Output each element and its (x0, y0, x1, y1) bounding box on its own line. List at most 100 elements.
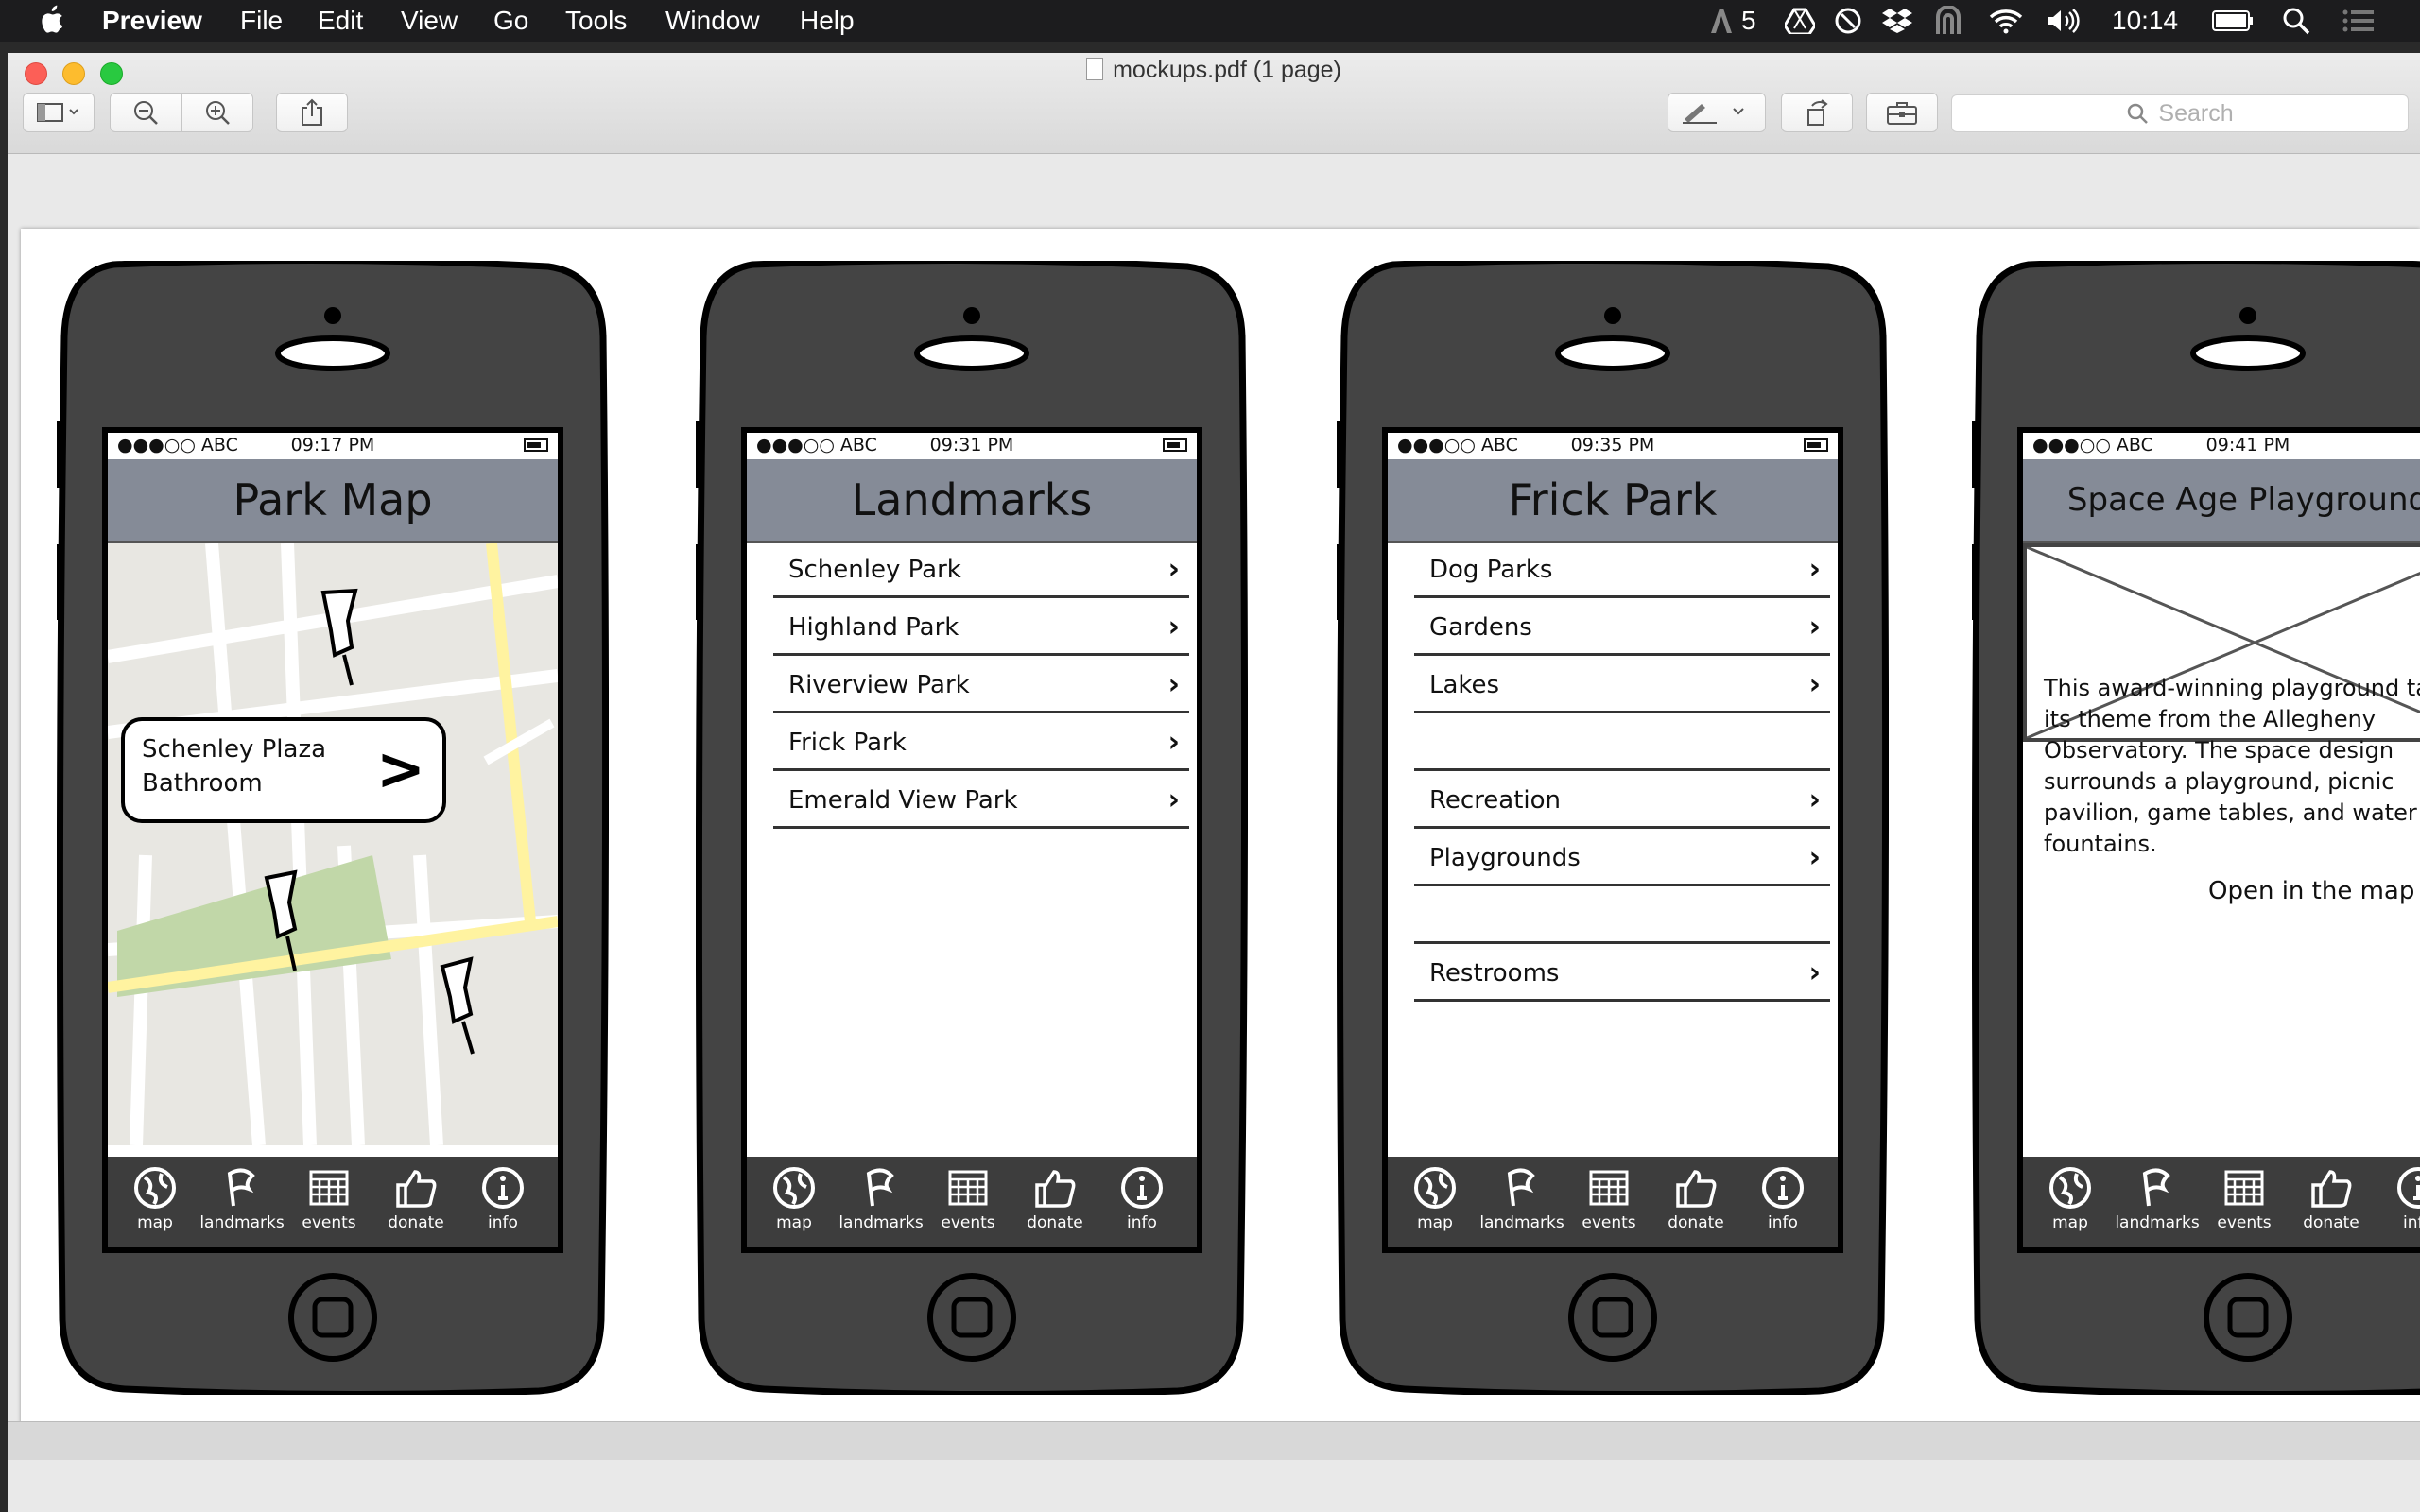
tab-events[interactable]: events (925, 1164, 1011, 1244)
list-item-emerald-view-park[interactable]: Emerald View Park › (773, 774, 1189, 829)
list-item-playgrounds[interactable]: Playgrounds › (1414, 832, 1830, 886)
tab-label: map (137, 1213, 173, 1232)
menu-help[interactable]: Help (800, 4, 855, 38)
thumbs-up-icon (1676, 1170, 1717, 1208)
menu-go[interactable]: Go (493, 4, 528, 38)
zoom-in-button[interactable] (182, 93, 253, 132)
menubar-clock[interactable]: 10:14 (2112, 4, 2178, 38)
toolbox-button[interactable] (1866, 93, 1938, 132)
google-drive-icon[interactable] (1785, 0, 1815, 42)
tab-donate[interactable]: donate (2288, 1164, 2375, 1244)
chevron-right-icon: › (1167, 553, 1180, 586)
tab-label: info (1768, 1213, 1798, 1232)
menu-file[interactable]: File (240, 4, 283, 38)
info-icon (482, 1167, 524, 1209)
tab-map[interactable]: map (1392, 1164, 1478, 1244)
adobe-icon[interactable]: 5 (1709, 0, 1756, 42)
callout-line-1: Schenley Plaza (142, 735, 327, 764)
apple-icon[interactable] (38, 2, 64, 40)
list-item-recreation[interactable]: Recreation › (1414, 774, 1830, 829)
zoom-out-button[interactable] (110, 93, 182, 132)
list-item-riverview-park[interactable]: Riverview Park › (773, 659, 1189, 713)
row-label: Recreation (1429, 786, 1562, 815)
window-title-text: mockups.pdf (1 page) (1113, 57, 1341, 83)
search-placeholder: Search (2158, 99, 2234, 127)
thumbs-up-icon (1035, 1170, 1076, 1208)
vpn-icon[interactable] (1934, 0, 1962, 42)
pdf-page[interactable]: ●●●○○ ABC 09:17 PM Park Map Schenley Pla… (21, 229, 2420, 1425)
park-map[interactable]: Schenley Plaza Bathroom > (108, 543, 558, 1145)
sync-icon[interactable] (1834, 0, 1862, 42)
tab-events[interactable]: events (2201, 1164, 2288, 1244)
list-item-gardens[interactable]: Gardens › (1414, 601, 1830, 656)
tab-map[interactable]: map (751, 1164, 838, 1244)
tab-landmarks[interactable]: landmarks (1478, 1164, 1565, 1244)
list-item-lakes[interactable]: Lakes › (1414, 659, 1830, 713)
markup-button[interactable] (1668, 93, 1766, 132)
notification-center-icon[interactable] (2342, 0, 2375, 42)
list-item-frick-park[interactable]: Frick Park › (773, 716, 1189, 771)
tab-landmarks[interactable]: landmarks (199, 1164, 285, 1244)
dropbox-icon[interactable] (1881, 0, 1913, 42)
spotlight-icon[interactable] (2282, 0, 2310, 42)
tab-map[interactable]: map (112, 1164, 199, 1244)
wifi-icon[interactable] (1989, 0, 2023, 42)
thumbs-up-icon (2311, 1170, 2352, 1208)
tab-map[interactable]: map (2027, 1164, 2114, 1244)
tab-label: map (776, 1213, 812, 1232)
list-item-highland-park[interactable]: Highland Park › (773, 601, 1189, 656)
tab-landmarks[interactable]: landmarks (838, 1164, 925, 1244)
callout-chevron-icon[interactable]: > (376, 730, 425, 808)
volume-icon[interactable] (2046, 0, 2080, 42)
menu-app-preview[interactable]: Preview (102, 4, 202, 38)
menu-view[interactable]: View (401, 4, 458, 38)
tab-info[interactable]: info (1739, 1164, 1826, 1244)
menu-tools[interactable]: Tools (565, 4, 627, 38)
adobe-count: 5 (1741, 6, 1756, 35)
status-time: 09:17 PM (290, 435, 375, 455)
info-icon (1121, 1167, 1163, 1209)
sidebar-toggle-button[interactable] (23, 93, 95, 132)
list-item-dog-parks[interactable]: Dog Parks › (1414, 543, 1830, 598)
rotate-button[interactable] (1781, 93, 1853, 132)
tab-events[interactable]: events (1565, 1164, 1652, 1244)
tab-landmarks[interactable]: landmarks (2114, 1164, 2201, 1244)
list-item-schenley-park[interactable]: Schenley Park › (773, 543, 1189, 598)
ios-status-bar: ●●●○○ ABC 09:17 PM (108, 433, 558, 459)
tab-info[interactable]: info (1098, 1164, 1185, 1244)
row-label: Highland Park (788, 613, 959, 642)
ios-status-bar: ●●●○○ ABC 09:35 PM (1388, 433, 1838, 459)
tab-info[interactable]: info (459, 1164, 546, 1244)
calendar-icon (2224, 1170, 2264, 1206)
row-label: Lakes (1429, 671, 1500, 699)
tab-info[interactable]: info (2375, 1164, 2420, 1244)
phone-screen: ●●●○○ ABC 09:17 PM Park Map Schenley Pla… (102, 427, 563, 1253)
tab-donate[interactable]: donate (1011, 1164, 1098, 1244)
map-callout[interactable]: Schenley Plaza Bathroom > (121, 717, 446, 823)
info-icon (1762, 1167, 1804, 1209)
menu-edit[interactable]: Edit (318, 4, 363, 38)
list-item-restrooms[interactable]: Restrooms › (1414, 947, 1830, 1002)
info-icon (2397, 1167, 2420, 1209)
chevron-right-icon: › (1808, 956, 1821, 989)
tab-events[interactable]: events (285, 1164, 372, 1244)
zoom-in-icon (206, 101, 230, 125)
tab-donate[interactable]: donate (372, 1164, 459, 1244)
zoom-out-icon (134, 101, 158, 125)
ios-status-bar: ●●●○○ ABC 09:31 PM (747, 433, 1197, 459)
chevron-right-icon: › (1167, 668, 1180, 701)
chevron-right-icon: › (1167, 610, 1180, 644)
flag-icon (227, 1168, 255, 1207)
list-spacer (1414, 716, 1830, 771)
calendar-icon (1589, 1170, 1629, 1206)
battery-icon[interactable] (2212, 0, 2254, 42)
share-button[interactable] (276, 93, 348, 132)
menu-window[interactable]: Window (666, 4, 760, 38)
tab-donate[interactable]: donate (1652, 1164, 1739, 1244)
search-field[interactable]: Search (1951, 94, 2409, 132)
row-label: Schenley Park (788, 556, 961, 584)
phone-mockup-space-age-playground: ●●●○○ ABC 09:41 PM Space Age Playground … (1972, 261, 2420, 1395)
nav-title: Frick Park (1388, 459, 1838, 543)
open-in-map-link[interactable]: Open in the map › (2208, 873, 2420, 906)
list-spacer (1414, 889, 1830, 944)
